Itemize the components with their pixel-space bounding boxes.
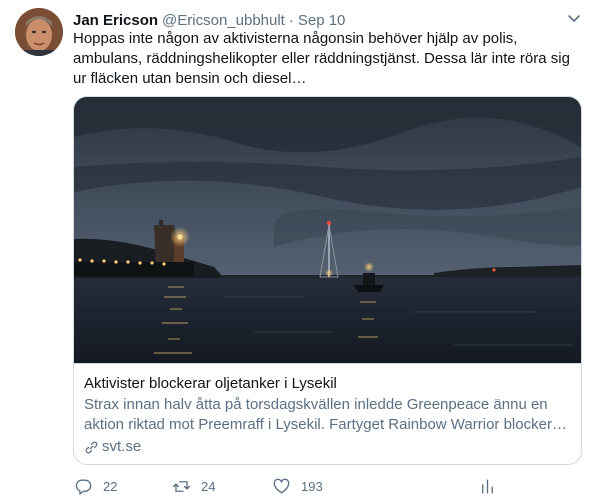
link-card[interactable]: Aktivister blockerar oljetanker i Lyseki… — [73, 96, 582, 465]
retweet-count: 24 — [201, 478, 216, 494]
card-domain-text: svt.se — [102, 438, 142, 455]
reply-button[interactable]: 22 — [74, 475, 117, 497]
author-name[interactable]: Jan Ericson — [73, 12, 158, 29]
avatar[interactable] — [15, 8, 63, 56]
like-count: 193 — [301, 478, 323, 494]
reply-icon — [75, 478, 92, 495]
share-button[interactable] — [478, 475, 497, 497]
tweet-date[interactable]: Sep 10 — [298, 12, 346, 29]
like-button[interactable]: 193 — [272, 475, 323, 497]
card-image[interactable] — [74, 97, 581, 363]
tweet-text: Hoppas inte någon av aktivisterna någons… — [73, 30, 570, 87]
card-domain: svt.se — [84, 437, 571, 457]
tweet-actions: 22 24 193 — [73, 475, 503, 497]
reply-count: 22 — [103, 478, 118, 494]
author-handle[interactable]: @Ericson_ubbhult — [162, 12, 285, 29]
card-body: Aktivister blockerar oljetanker i Lyseki… — [74, 363, 581, 464]
card-description-line: aktion riktad mot Preemraff i Lysekil. F… — [84, 416, 571, 433]
link-icon — [85, 441, 98, 453]
tweet[interactable]: Jan Ericson @Ericson_ubbhult · Sep 10 Ho… — [0, 0, 590, 504]
share-icon — [482, 478, 493, 494]
card-title[interactable]: Aktivister blockerar oljetanker i Lyseki… — [84, 374, 571, 394]
card-description-line: Strax innan halv åtta på torsdagskvällen… — [84, 396, 548, 413]
tweet-header: Jan Ericson @Ericson_ubbhult · Sep 10 — [73, 10, 345, 30]
chevron-down-icon[interactable] — [566, 10, 582, 26]
heart-icon — [273, 478, 290, 494]
separator: · — [288, 11, 294, 29]
card-description: Strax innan halv åtta på torsdagskvällen… — [84, 395, 571, 435]
retweet-icon — [172, 480, 191, 492]
retweet-button[interactable]: 24 — [172, 475, 215, 497]
